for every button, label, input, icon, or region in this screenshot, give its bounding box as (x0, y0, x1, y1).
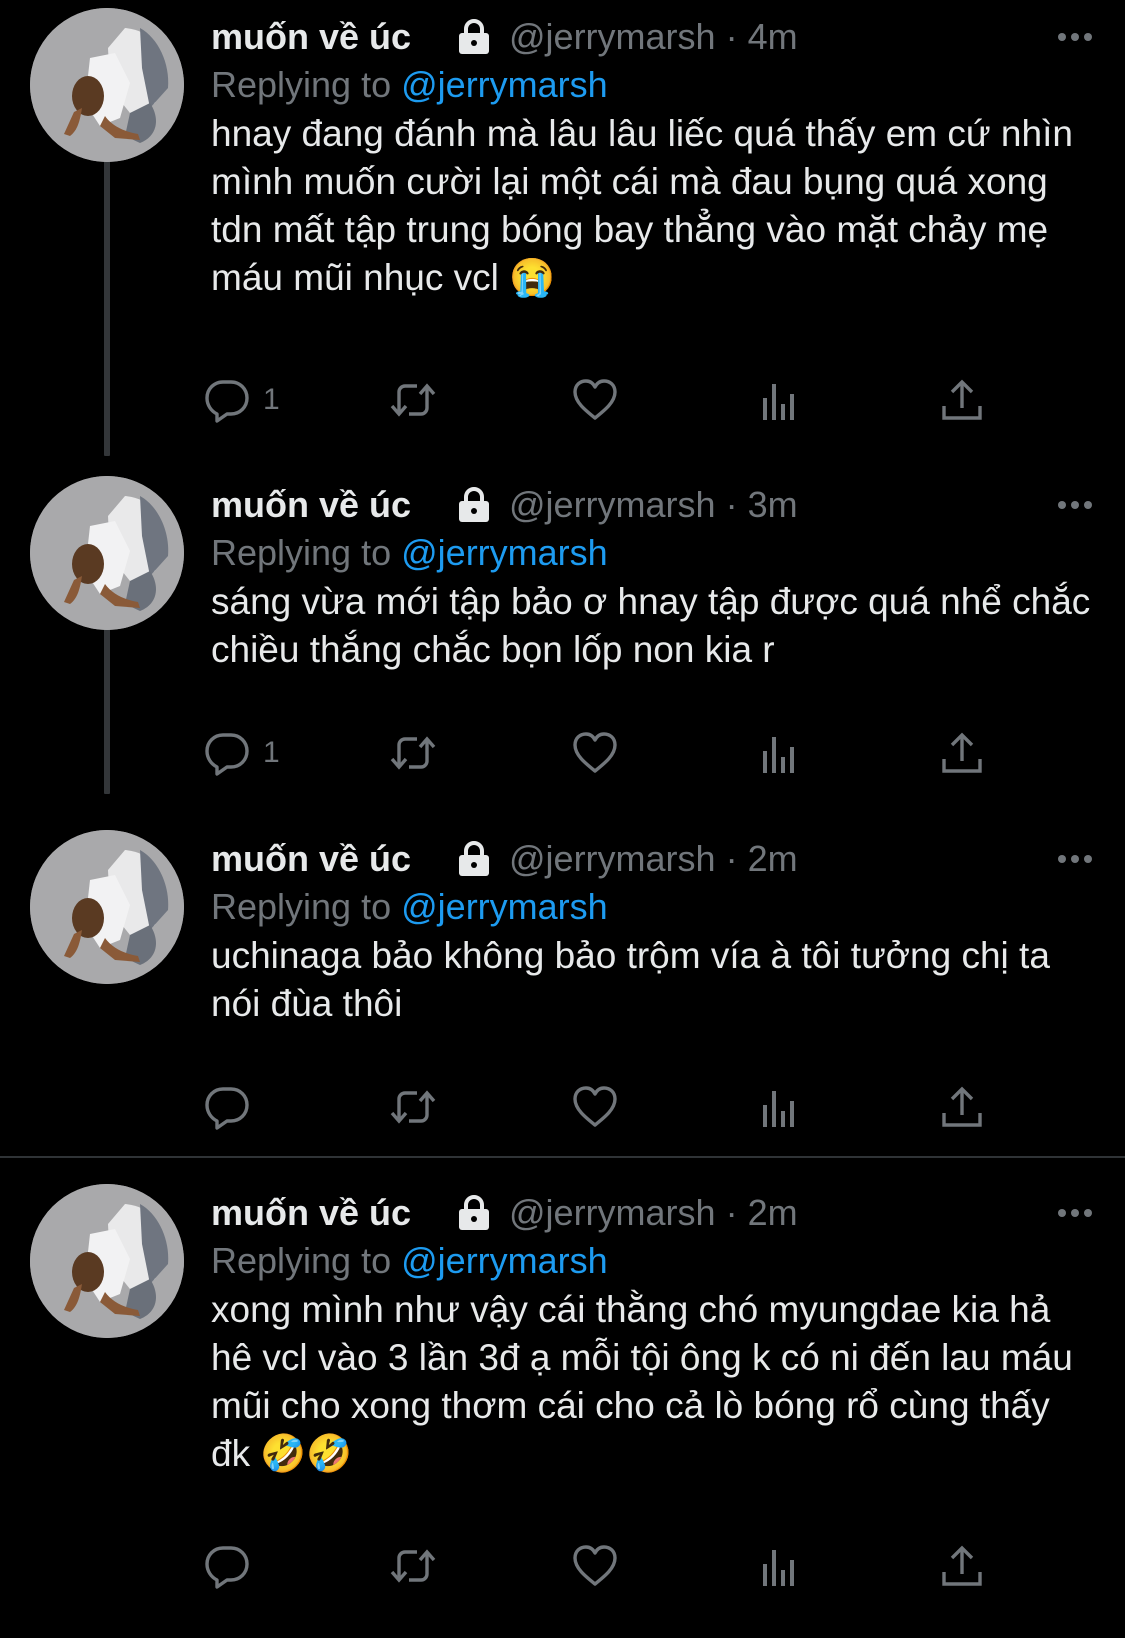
display-name[interactable]: muốn về úc (211, 484, 411, 526)
like-button[interactable] (571, 1541, 619, 1591)
lock-icon (455, 840, 493, 878)
handle[interactable]: @jerrymarsh (509, 16, 716, 57)
share-icon (938, 1083, 986, 1131)
heart-icon (571, 729, 619, 777)
tweet[interactable]: muốn về úc @jerrymarsh · 3m Replying to … (0, 468, 1125, 798)
action-bar: 1 (211, 375, 1011, 425)
handle[interactable]: @jerrymarsh (509, 838, 716, 879)
retweet-button[interactable] (389, 1082, 437, 1132)
tweet-text: xong mình như vậy cái thằng chó myungdae… (211, 1289, 1073, 1474)
tweet[interactable]: muốn về úc @jerrymarsh · 2m Replying to … (0, 1176, 1125, 1638)
reply-button[interactable] (203, 1541, 263, 1591)
divider (0, 1156, 1125, 1158)
more-horizontal-icon[interactable] (1055, 1198, 1095, 1228)
timestamp[interactable]: 2m (748, 1192, 798, 1233)
handle-time: @jerrymarsh · 3m (509, 484, 798, 525)
action-bar (211, 1082, 1011, 1132)
replying-to: Replying to @jerrymarsh (211, 532, 608, 574)
views-icon (755, 1542, 803, 1590)
share-button[interactable] (938, 1082, 986, 1132)
tweet-text: sáng vừa mới tập bảo ơ hnay tập được quá… (211, 581, 1091, 670)
replying-label: Replying to (211, 532, 392, 573)
share-button[interactable] (938, 1541, 986, 1591)
lock-icon (455, 18, 493, 56)
reply-button[interactable] (203, 1082, 263, 1132)
share-icon (938, 376, 986, 424)
more-horizontal-icon[interactable] (1055, 22, 1095, 52)
share-icon (938, 1542, 986, 1590)
reply-button[interactable]: 1 (203, 728, 280, 778)
more-horizontal-icon[interactable] (1055, 490, 1095, 520)
reply-count: 1 (263, 736, 280, 769)
replying-to-link[interactable]: @jerrymarsh (401, 532, 608, 573)
action-bar: 1 (211, 728, 1011, 778)
timestamp[interactable]: 2m (748, 838, 798, 879)
heart-icon (571, 376, 619, 424)
lock-icon (455, 1194, 493, 1232)
handle-time: @jerrymarsh · 2m (509, 838, 798, 879)
reply-icon (203, 376, 251, 424)
avatar[interactable] (30, 1184, 184, 1338)
replying-label: Replying to (211, 886, 392, 927)
share-button[interactable] (938, 728, 986, 778)
like-button[interactable] (571, 375, 619, 425)
replying-to-link[interactable]: @jerrymarsh (401, 886, 608, 927)
replying-to-link[interactable]: @jerrymarsh (401, 1240, 608, 1281)
handle[interactable]: @jerrymarsh (509, 484, 716, 525)
reply-icon (203, 729, 251, 777)
retweet-icon (389, 376, 437, 424)
reply-button[interactable]: 1 (203, 375, 280, 425)
views-button[interactable] (755, 728, 803, 778)
timestamp[interactable]: 3m (748, 484, 798, 525)
like-button[interactable] (571, 728, 619, 778)
replying-to-link[interactable]: @jerrymarsh (401, 64, 608, 105)
replying-to: Replying to @jerrymarsh (211, 1240, 608, 1282)
avatar[interactable] (30, 830, 184, 984)
reply-icon (203, 1542, 251, 1590)
views-button[interactable] (755, 1082, 803, 1132)
tweet[interactable]: muốn về úc @jerrymarsh · 2m Replying to … (0, 822, 1125, 1152)
timestamp[interactable]: 4m (748, 16, 798, 57)
retweet-button[interactable] (389, 1541, 437, 1591)
tweet-text: uchinaga bảo không bảo trộm vía à tôi tư… (211, 935, 1050, 1024)
views-button[interactable] (755, 1541, 803, 1591)
handle-time: @jerrymarsh · 2m (509, 1192, 798, 1233)
views-icon (755, 1083, 803, 1131)
views-button[interactable] (755, 375, 803, 425)
share-icon (938, 729, 986, 777)
retweet-button[interactable] (389, 375, 437, 425)
avatar[interactable] (30, 476, 184, 630)
action-bar (211, 1541, 1011, 1591)
heart-icon (571, 1542, 619, 1590)
retweet-button[interactable] (389, 728, 437, 778)
tweet-text: hnay đang đánh mà lâu lâu liếc quá thấy … (211, 113, 1073, 298)
more-horizontal-icon[interactable] (1055, 844, 1095, 874)
retweet-icon (389, 1083, 437, 1131)
like-button[interactable] (571, 1082, 619, 1132)
reply-count: 1 (263, 383, 280, 416)
reply-icon (203, 1083, 251, 1131)
handle[interactable]: @jerrymarsh (509, 1192, 716, 1233)
display-name[interactable]: muốn về úc (211, 16, 411, 58)
replying-to: Replying to @jerrymarsh (211, 64, 608, 106)
lock-icon (455, 486, 493, 524)
tweet[interactable]: muốn về úc @jerrymarsh · 4m Replying to … (0, 0, 1125, 440)
display-name[interactable]: muốn về úc (211, 838, 411, 880)
replying-label: Replying to (211, 64, 392, 105)
retweet-icon (389, 1542, 437, 1590)
replying-label: Replying to (211, 1240, 392, 1281)
retweet-icon (389, 729, 437, 777)
views-icon (755, 729, 803, 777)
avatar[interactable] (30, 8, 184, 162)
heart-icon (571, 1083, 619, 1131)
display-name[interactable]: muốn về úc (211, 1192, 411, 1234)
views-icon (755, 376, 803, 424)
share-button[interactable] (938, 375, 986, 425)
replying-to: Replying to @jerrymarsh (211, 886, 608, 928)
handle-time: @jerrymarsh · 4m (509, 16, 798, 57)
